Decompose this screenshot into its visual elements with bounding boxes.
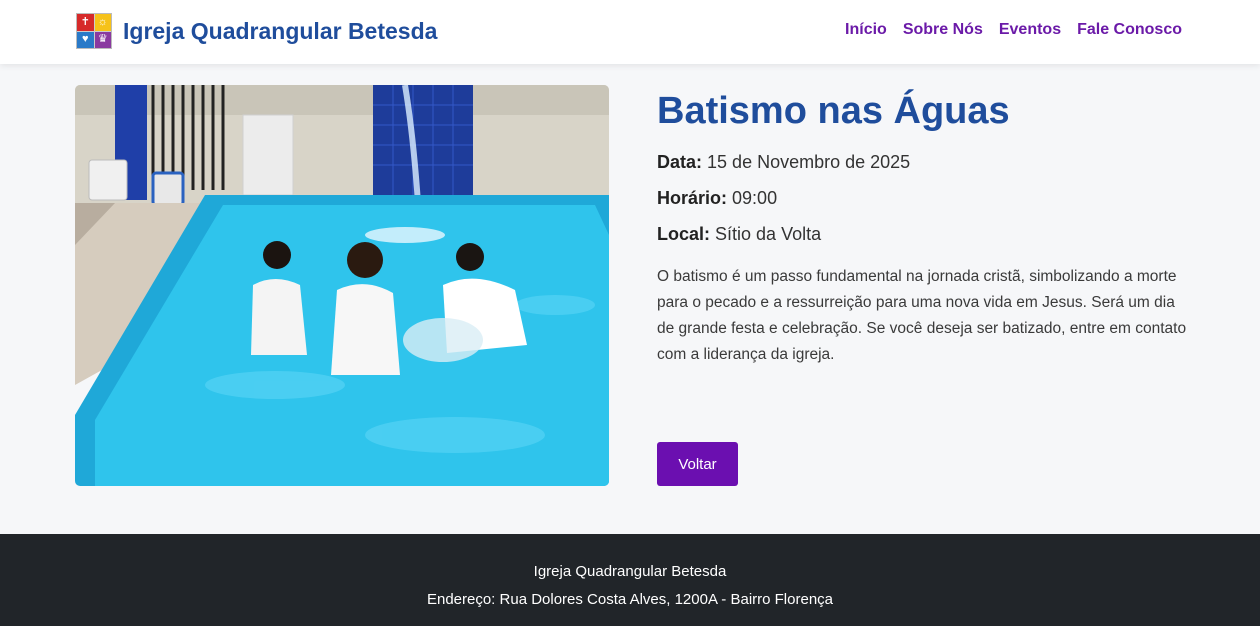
place-label: Local: bbox=[657, 224, 711, 244]
place-value: Sítio da Volta bbox=[715, 224, 822, 244]
event-title: Batismo nas Águas bbox=[657, 90, 1010, 132]
main-nav: Início Sobre Nós Eventos Fale Conosco bbox=[845, 21, 1182, 39]
nav-link-sobre-nos[interactable]: Sobre Nós bbox=[903, 21, 983, 39]
date-label: Data: bbox=[657, 152, 703, 172]
nav-link-fale-conosco[interactable]: Fale Conosco bbox=[1077, 21, 1182, 39]
navbar: ✝ ☼ ♥ ♛ Igreja Quadrangular Betesda Iníc… bbox=[0, 0, 1260, 64]
footer-address: Endereço: Rua Dolores Costa Alves, 1200A… bbox=[426, 591, 834, 608]
nav-link-inicio[interactable]: Início bbox=[845, 21, 887, 39]
time-label: Horário: bbox=[657, 188, 728, 208]
event-time: Horário: 09:00 bbox=[657, 186, 1197, 222]
event-details: Batismo nas Águas Data: 15 de Novembro d… bbox=[657, 88, 1197, 368]
church-logo-icon: ✝ ☼ ♥ ♛ bbox=[76, 13, 112, 49]
footer-church-name: Igreja Quadrangular Betesda bbox=[533, 563, 727, 580]
event-place: Local: Sítio da Volta bbox=[657, 222, 1197, 258]
event-description: O batismo é um passo fundamental na jorn… bbox=[657, 268, 1187, 363]
time-value: 09:00 bbox=[732, 188, 778, 208]
nav-link-eventos[interactable]: Eventos bbox=[999, 21, 1061, 39]
event-meta: Data: 15 de Novembro de 2025 Horário: 09… bbox=[657, 150, 1197, 258]
brand-link[interactable]: ✝ ☼ ♥ ♛ Igreja Quadrangular Betesda bbox=[76, 13, 437, 49]
event-date: Data: 15 de Novembro de 2025 bbox=[657, 150, 1197, 186]
event-photo bbox=[75, 85, 609, 486]
date-value: 15 de Novembro de 2025 bbox=[707, 152, 911, 172]
footer: Igreja Quadrangular Betesda Endereço: Ru… bbox=[0, 534, 1260, 626]
back-button[interactable]: Voltar bbox=[657, 442, 738, 486]
brand-name: Igreja Quadrangular Betesda bbox=[123, 17, 438, 44]
